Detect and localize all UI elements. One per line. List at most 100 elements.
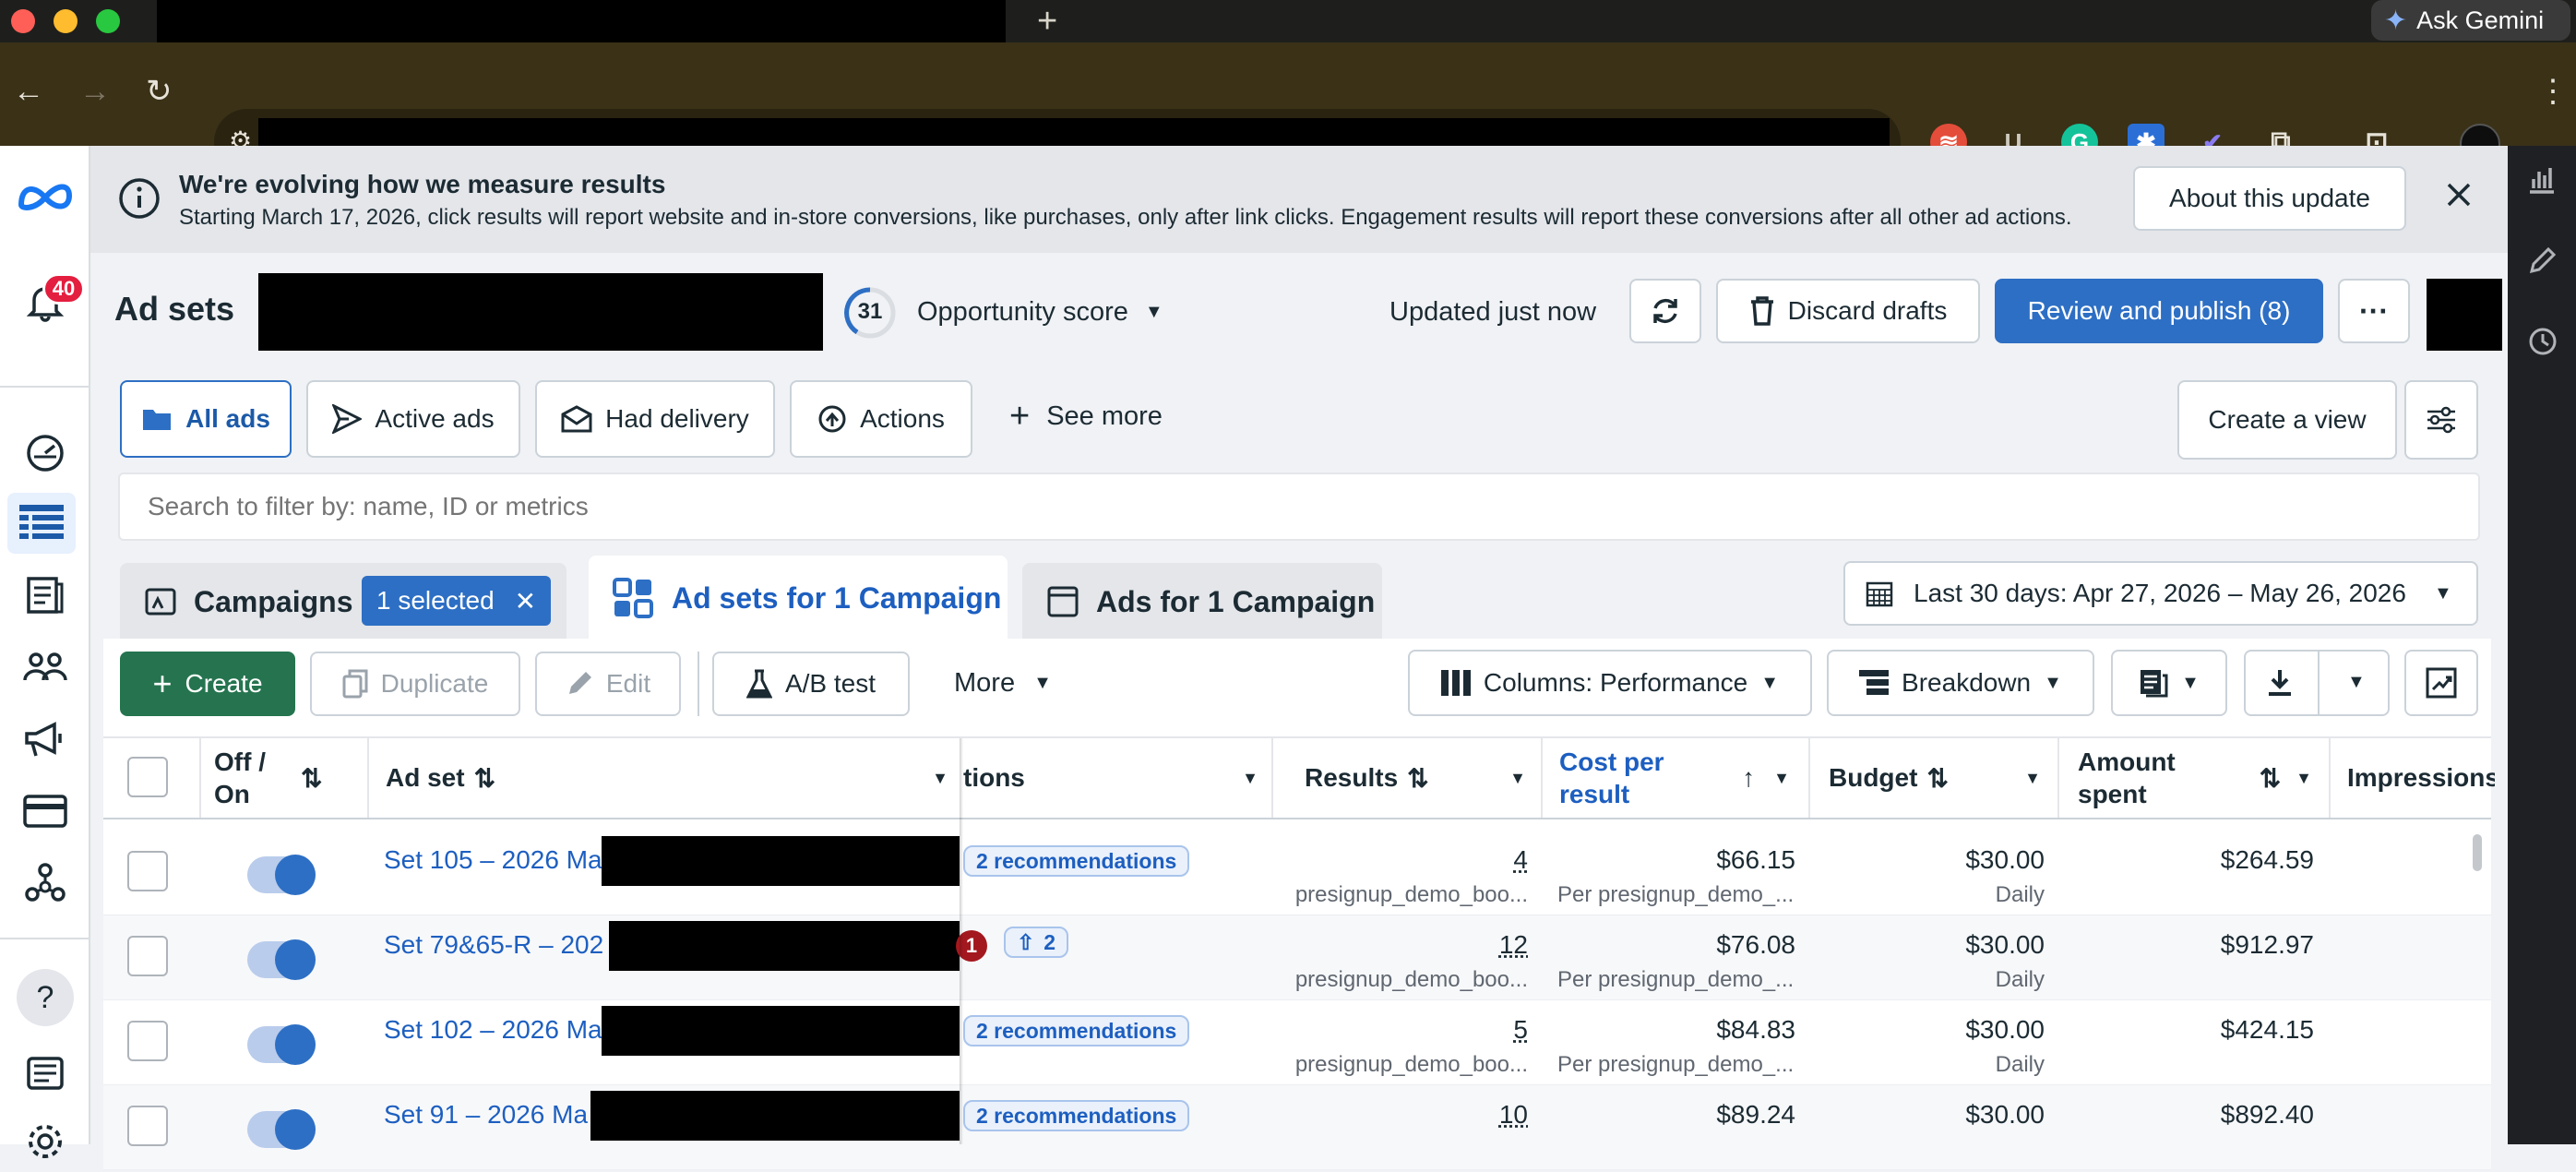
col-divider (1541, 738, 1543, 818)
header-impressions[interactable]: Impressions (2347, 738, 2495, 818)
filter-all-ads[interactable]: All ads (120, 380, 292, 458)
reports-dropdown[interactable]: ▼ (2111, 650, 2227, 716)
date-range-picker[interactable]: Last 30 days: Apr 27, 2026 – May 26, 202… (1843, 561, 2478, 626)
filter-had-delivery[interactable]: Had delivery (535, 380, 775, 458)
business-settings-network-icon[interactable] (15, 853, 76, 914)
select-all-checkbox[interactable] (127, 757, 168, 797)
row-checkbox[interactable] (127, 1106, 168, 1146)
recommendations-count-badge[interactable]: ⇧ 2 (1004, 927, 1069, 958)
row-on-off-toggle[interactable] (247, 1024, 316, 1065)
more-options-button[interactable]: ··· (2338, 279, 2410, 343)
filter-settings-button[interactable] (2404, 380, 2478, 460)
header-off-on[interactable]: Off / On ⇅ (214, 738, 352, 818)
dashboard-gauge-icon[interactable] (15, 423, 76, 484)
export-dropdown[interactable]: ▼ (2244, 650, 2390, 716)
browser-toolbar: ← → ↻ ⚙ ≋ U G ✱ ✔ ⧉ ⊡ ⋮ (0, 42, 2576, 175)
sliders-icon (2427, 406, 2455, 434)
audiences-icon[interactable] (15, 637, 76, 698)
row-on-off-toggle[interactable] (247, 939, 316, 980)
recommendations-badge[interactable]: 2 recommendations (963, 845, 1190, 877)
filter-active-ads[interactable]: Active ads (306, 380, 520, 458)
ads-manager-table-icon[interactable] (7, 493, 76, 554)
close-window-button[interactable] (11, 9, 35, 33)
clear-selection-icon[interactable]: ✕ (515, 586, 536, 616)
filter-actions[interactable]: Actions (790, 380, 972, 458)
more-dropdown[interactable]: More ▼ (954, 668, 1052, 699)
results-value[interactable]: 12 (1288, 930, 1528, 960)
calendar-icon (1866, 581, 1893, 607)
ad-set-name-link[interactable]: Set 79&65-R – 202 (384, 930, 603, 960)
row-checkbox[interactable] (127, 936, 168, 976)
ab-test-button[interactable]: A/B test (712, 652, 910, 716)
tab-ads-label: Ads for 1 Campaign (1096, 585, 1376, 618)
refresh-button[interactable] (1629, 279, 1701, 343)
opportunity-score-dropdown[interactable]: Opportunity score ▼ (917, 297, 1163, 328)
header-cost-per-result[interactable]: Cost per result ↑ ▼ (1559, 738, 1790, 818)
recommendations-badge[interactable]: 2 recommendations (963, 1015, 1190, 1046)
results-value[interactable]: 10 (1288, 1100, 1528, 1130)
create-button[interactable]: + Create (120, 652, 295, 716)
see-more-button[interactable]: + See more (1009, 399, 1163, 434)
amount-spent-value: $424.15 (2220, 1015, 2314, 1044)
header-amount-spent[interactable]: Amount spent ⇅ ▼ (2078, 738, 2312, 818)
close-banner-icon[interactable] (2443, 179, 2475, 210)
meta-logo-icon[interactable] (15, 166, 76, 227)
forward-arrow-icon[interactable]: → (79, 76, 111, 107)
tab-campaigns[interactable]: Campaigns 1 selected ✕ (120, 563, 566, 640)
col-divider (1271, 738, 1273, 818)
results-value[interactable]: 5 (1288, 1015, 1528, 1045)
new-tab-button[interactable]: + (1037, 2, 1057, 42)
ad-set-name-link[interactable]: Set 102 – 2026 Ma (384, 1015, 602, 1045)
notifications-bell-icon[interactable]: 40 (15, 271, 85, 332)
results-type: presignup_demo_boo... (1294, 882, 1528, 907)
header-results[interactable]: Results ⇅ ▼ (1305, 738, 1526, 818)
billing-card-icon[interactable] (15, 781, 76, 842)
edit-pencil-icon[interactable] (2528, 247, 2556, 275)
header-actions[interactable]: tions ▼ (963, 738, 1258, 818)
tab-ads[interactable]: Ads for 1 Campaign (1022, 563, 1382, 640)
ad-set-name-link[interactable]: Set 105 – 2026 Ma (384, 845, 602, 875)
chart-icon[interactable] (2528, 164, 2556, 194)
breakdown-dropdown[interactable]: Breakdown ▼ (1827, 650, 2094, 716)
minimize-window-button[interactable] (54, 9, 78, 33)
beaker-icon (745, 669, 772, 699)
col-divider (1808, 738, 1810, 818)
search-filter-bar[interactable] (118, 472, 2480, 541)
selected-chip[interactable]: 1 selected ✕ (362, 576, 552, 626)
ask-gemini-button[interactable]: ✦ Ask Gemini (2371, 0, 2570, 41)
news-feed-icon[interactable] (15, 1043, 76, 1104)
history-clock-icon[interactable] (2528, 327, 2557, 356)
duplicate-button[interactable]: Duplicate (310, 652, 520, 716)
ad-set-name-link[interactable]: Set 91 – 2026 Ma (384, 1100, 588, 1130)
columns-dropdown[interactable]: Columns: Performance ▼ (1408, 650, 1812, 716)
charts-button[interactable] (2404, 650, 2478, 716)
maximize-window-button[interactable] (96, 9, 120, 33)
results-value[interactable]: 4 (1288, 845, 1528, 875)
table-scrollbar-thumb[interactable] (2473, 834, 2482, 871)
header-ad-set[interactable]: Ad set ⇅ ▼ (386, 738, 948, 818)
settings-gear-icon[interactable] (15, 1111, 76, 1172)
cost-per-result-type: Per presignup_demo_... (1557, 967, 1795, 992)
about-this-update-button[interactable]: About this update (2133, 166, 2406, 231)
campaigns-megaphone-icon[interactable] (15, 709, 76, 770)
browser-menu-icon[interactable]: ⋮ (2537, 76, 2569, 107)
tab-ad-sets[interactable]: Ad sets for 1 Campaign (589, 556, 1008, 640)
header-budget[interactable]: Budget ⇅ ▼ (1829, 738, 2041, 818)
reports-icon[interactable] (15, 565, 76, 626)
col-divider (199, 738, 201, 818)
review-and-publish-button[interactable]: Review and publish (8) (1995, 279, 2323, 343)
row-checkbox[interactable] (127, 1021, 168, 1061)
edit-button[interactable]: Edit (535, 652, 681, 716)
duplicate-icon (342, 669, 368, 699)
reload-icon[interactable]: ↻ (146, 76, 173, 107)
help-icon[interactable]: ? (15, 967, 76, 1028)
back-arrow-icon[interactable]: ← (13, 76, 44, 107)
row-on-off-toggle[interactable] (247, 1109, 316, 1150)
discard-drafts-button[interactable]: Discard drafts (1716, 279, 1980, 343)
recommendations-badge[interactable]: 2 recommendations (963, 1100, 1190, 1131)
cost-per-result-value: $84.83 (1716, 1015, 1795, 1044)
row-on-off-toggle[interactable] (247, 855, 316, 895)
row-checkbox[interactable] (127, 851, 168, 891)
create-a-view-button[interactable]: Create a view (2177, 380, 2397, 460)
search-input[interactable] (146, 474, 2434, 539)
